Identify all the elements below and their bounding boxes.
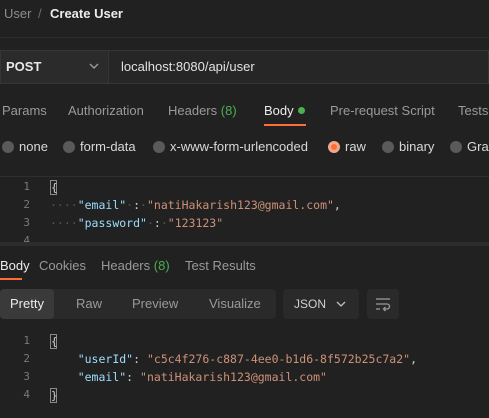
line-number: 3 xyxy=(23,370,30,383)
tab-headers[interactable]: Headers (8) xyxy=(168,103,237,119)
json-colon: : xyxy=(133,198,141,212)
line-number: 4 xyxy=(23,388,30,401)
response-tab-test-results[interactable]: Test Results xyxy=(185,258,256,274)
code-line: "email": "natiHakarish123@gmail.com" xyxy=(50,368,327,386)
url-value: localhost:8080/api/user xyxy=(121,59,255,74)
open-brace: { xyxy=(50,334,58,349)
code-line: "userId": "c5c4f276-c887-4ee0-b1d6-8f572… xyxy=(50,350,417,368)
request-body-editor[interactable]: 1 2 3 4 { ····"email"·:·"natiHakarish123… xyxy=(0,176,489,242)
json-key: "email" xyxy=(77,198,127,212)
json-comma: , xyxy=(410,352,418,366)
radio-binary-label[interactable]: binary xyxy=(399,139,434,155)
close-brace: } xyxy=(50,388,58,403)
wrap-lines-icon xyxy=(376,298,391,312)
response-tab-body[interactable]: Body xyxy=(0,258,30,274)
format-label: JSON xyxy=(294,297,327,311)
chevron-down-icon[interactable] xyxy=(88,58,100,74)
code-line: ····"password"·:·"123123" xyxy=(50,216,224,230)
body-indicator-dot xyxy=(298,107,305,114)
line-number: 4 xyxy=(23,234,30,242)
json-comma: , xyxy=(333,198,341,212)
tab-params[interactable]: Params xyxy=(2,103,47,119)
open-brace: { xyxy=(50,180,58,195)
code-line: ····"email"·:·"natiHakarish123@gmail.com… xyxy=(50,198,341,212)
line-number: 2 xyxy=(23,352,30,365)
line-number: 1 xyxy=(23,180,30,193)
response-tab-headers[interactable]: Headers (8) xyxy=(101,258,170,274)
breadcrumb-separator: / xyxy=(38,6,42,21)
json-key: "password" xyxy=(77,216,147,230)
pane-splitter[interactable] xyxy=(0,242,489,246)
response-tab-cookies[interactable]: Cookies xyxy=(39,258,86,274)
radio-graphql[interactable] xyxy=(450,141,462,153)
tab-pre-request-script[interactable]: Pre-request Script xyxy=(330,103,435,119)
radio-x-www-form-urlencoded-label[interactable]: x-www-form-urlencoded xyxy=(170,139,308,155)
line-number: 2 xyxy=(23,198,30,211)
view-mode-pretty[interactable]: Pretty xyxy=(0,289,54,319)
radio-raw[interactable] xyxy=(328,141,340,153)
tab-tests[interactable]: Tests xyxy=(458,103,488,119)
tab-headers-label: Headers xyxy=(168,103,218,118)
json-colon: : xyxy=(153,216,161,230)
wrap-lines-button[interactable] xyxy=(367,289,399,319)
tab-headers-count: (8) xyxy=(220,103,237,118)
line-number: 1 xyxy=(23,334,30,347)
chevron-down-icon xyxy=(336,301,346,307)
method-label: POST xyxy=(6,59,42,74)
breadcrumb-parent[interactable]: User xyxy=(4,6,31,22)
code-line: { xyxy=(50,332,58,350)
radio-binary[interactable] xyxy=(382,141,394,153)
view-mode-preview[interactable]: Preview xyxy=(122,289,188,319)
response-tab-headers-label: Headers xyxy=(101,258,151,273)
radio-graphql-label[interactable]: GraphQL xyxy=(467,139,489,155)
radio-form-data[interactable] xyxy=(63,141,75,153)
response-body-viewer[interactable]: 1 2 3 4 { "userId": "c5c4f276-c887-4ee0-… xyxy=(0,328,489,418)
response-tab-body-underline xyxy=(0,278,22,280)
tab-authorization[interactable]: Authorization xyxy=(68,103,144,119)
json-colon: : xyxy=(126,370,134,384)
code-line: } xyxy=(50,386,58,404)
response-tab-headers-count: (8) xyxy=(153,258,170,273)
tab-body[interactable]: Body xyxy=(264,103,294,119)
radio-raw-label[interactable]: raw xyxy=(345,139,366,155)
json-value: "natiHakarish123@gmail.com" xyxy=(146,198,334,212)
json-value: "123123" xyxy=(167,216,224,230)
radio-x-www-form-urlencoded[interactable] xyxy=(153,141,165,153)
json-colon: : xyxy=(133,352,141,366)
line-number: 3 xyxy=(23,216,30,229)
page-title[interactable]: Create User xyxy=(50,6,123,22)
view-mode-raw[interactable]: Raw xyxy=(66,289,112,319)
view-mode-visualize[interactable]: Visualize xyxy=(199,289,271,319)
radio-form-data-label[interactable]: form-data xyxy=(80,139,136,155)
radio-none[interactable] xyxy=(2,141,14,153)
json-value: "natiHakarish123@gmail.com" xyxy=(140,370,327,384)
code-line: { xyxy=(50,178,58,196)
tab-body-underline xyxy=(264,124,306,126)
json-value: "c5c4f276-c887-4ee0-b1d6-8f572b25c7a2" xyxy=(146,352,411,366)
radio-none-label[interactable]: none xyxy=(19,139,48,155)
json-key: "userId" xyxy=(77,352,134,366)
json-key: "email" xyxy=(77,370,127,384)
